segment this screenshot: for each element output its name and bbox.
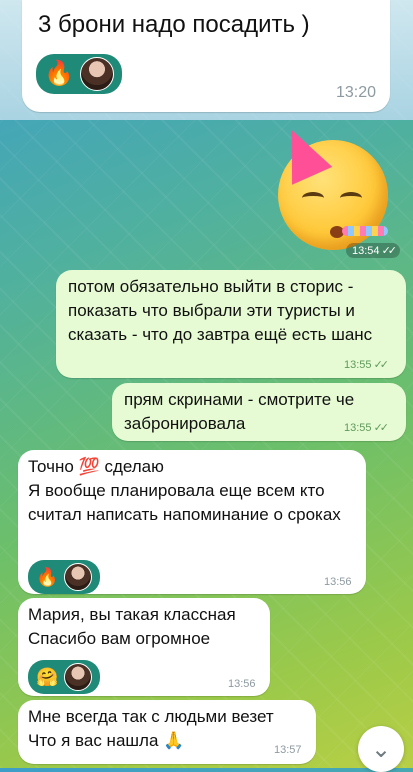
message-bubble-in[interactable]: Мария, вы такая классная Спасибо вам огр… <box>18 598 270 696</box>
read-checks-icon: ✓✓ <box>381 245 397 257</box>
message-time: 13:57 <box>274 744 302 756</box>
scroll-down-button[interactable]: ⌄ <box>358 726 404 772</box>
fire-reaction-icon: 🔥 <box>44 60 74 87</box>
message-text: 3 брони надо посадить ) <box>38 11 310 38</box>
reaction-bar[interactable]: 🔥 <box>36 54 122 94</box>
message-bubble-top[interactable]: 3 брони надо посадить ) 🔥 13:20 <box>22 0 390 112</box>
message-text: потом обязательно выйти в сторис - показ… <box>68 277 373 344</box>
message-bubble-out[interactable]: потом обязательно выйти в сторис - показ… <box>56 270 406 378</box>
message-bubble-in[interactable]: Мне всегда так с людьми везет Что я вас … <box>18 700 316 764</box>
message-time: 13:20 <box>336 84 377 101</box>
chevron-down-icon: ⌄ <box>370 735 392 763</box>
message-text: Мне всегда так с людьми везет Что я вас … <box>28 707 274 750</box>
party-whistle-icon <box>342 226 388 236</box>
message-time: 13:55 ✓✓ <box>344 422 389 434</box>
avatar <box>64 563 93 591</box>
message-text: Мария, вы такая классная Спасибо вам огр… <box>28 605 236 648</box>
message-bubble-in[interactable]: Точно 💯 сделаю Я вообще планировала еще … <box>18 450 366 594</box>
read-checks-icon: ✓✓ <box>373 422 389 434</box>
read-checks-icon: ✓✓ <box>373 359 389 371</box>
message-bubble-out[interactable]: прям скринами - смотрите че забронировал… <box>112 383 406 441</box>
message-time: 13:56 <box>228 678 256 690</box>
avatar <box>79 57 114 91</box>
reaction-bar[interactable]: 🤗 <box>28 660 101 694</box>
sticker-time: 13:54 ✓✓ <box>346 243 401 258</box>
reaction-bar[interactable]: 🔥 <box>28 560 101 594</box>
message-text: Точно 💯 сделаю Я вообще планировала еще … <box>28 457 341 524</box>
message-time: 13:55 ✓✓ <box>344 359 389 371</box>
hugging-face-reaction-icon: 🤗 <box>36 667 59 687</box>
party-sticker[interactable] <box>271 121 398 252</box>
avatar <box>64 663 93 691</box>
fire-reaction-icon: 🔥 <box>36 567 59 587</box>
message-time: 13:56 <box>324 576 352 588</box>
